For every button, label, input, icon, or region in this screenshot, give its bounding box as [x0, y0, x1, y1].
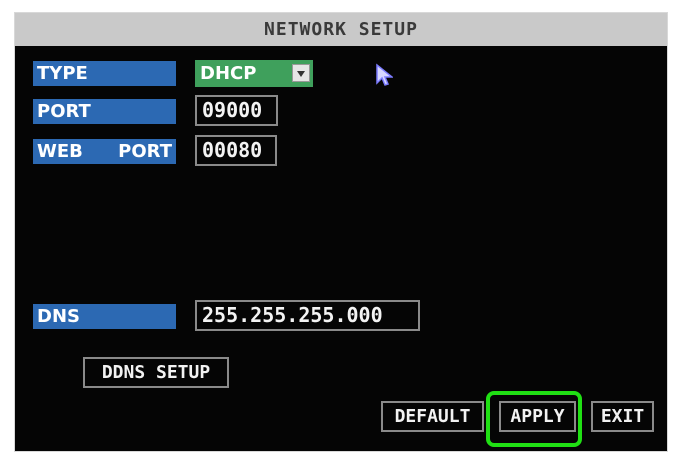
- type-dropdown-value: DHCP: [200, 63, 257, 84]
- port-input[interactable]: 09000: [195, 95, 278, 126]
- dns-label: DNS: [33, 304, 176, 329]
- web-port-input[interactable]: 00080: [195, 135, 277, 166]
- ddns-setup-button[interactable]: DDNS SETUP: [83, 357, 229, 388]
- window-title: NETWORK SETUP: [15, 13, 667, 46]
- dns-input[interactable]: 255.255.255.000: [195, 300, 420, 331]
- type-dropdown[interactable]: DHCP: [195, 60, 313, 87]
- web-port-label-right: PORT: [118, 141, 172, 162]
- exit-button[interactable]: EXIT: [591, 401, 654, 432]
- web-port-label: WEB PORT: [33, 139, 176, 164]
- mouse-pointer-icon: [376, 63, 393, 86]
- port-label: PORT: [33, 99, 176, 124]
- apply-button[interactable]: APPLY: [499, 401, 576, 432]
- network-setup-screen: NETWORK SETUP TYPE DHCP PORT 09000 WEB P…: [14, 12, 668, 452]
- type-label: TYPE: [33, 61, 176, 86]
- web-port-label-left: WEB: [37, 141, 83, 162]
- chevron-down-icon[interactable]: [292, 64, 310, 82]
- default-button[interactable]: DEFAULT: [381, 401, 484, 432]
